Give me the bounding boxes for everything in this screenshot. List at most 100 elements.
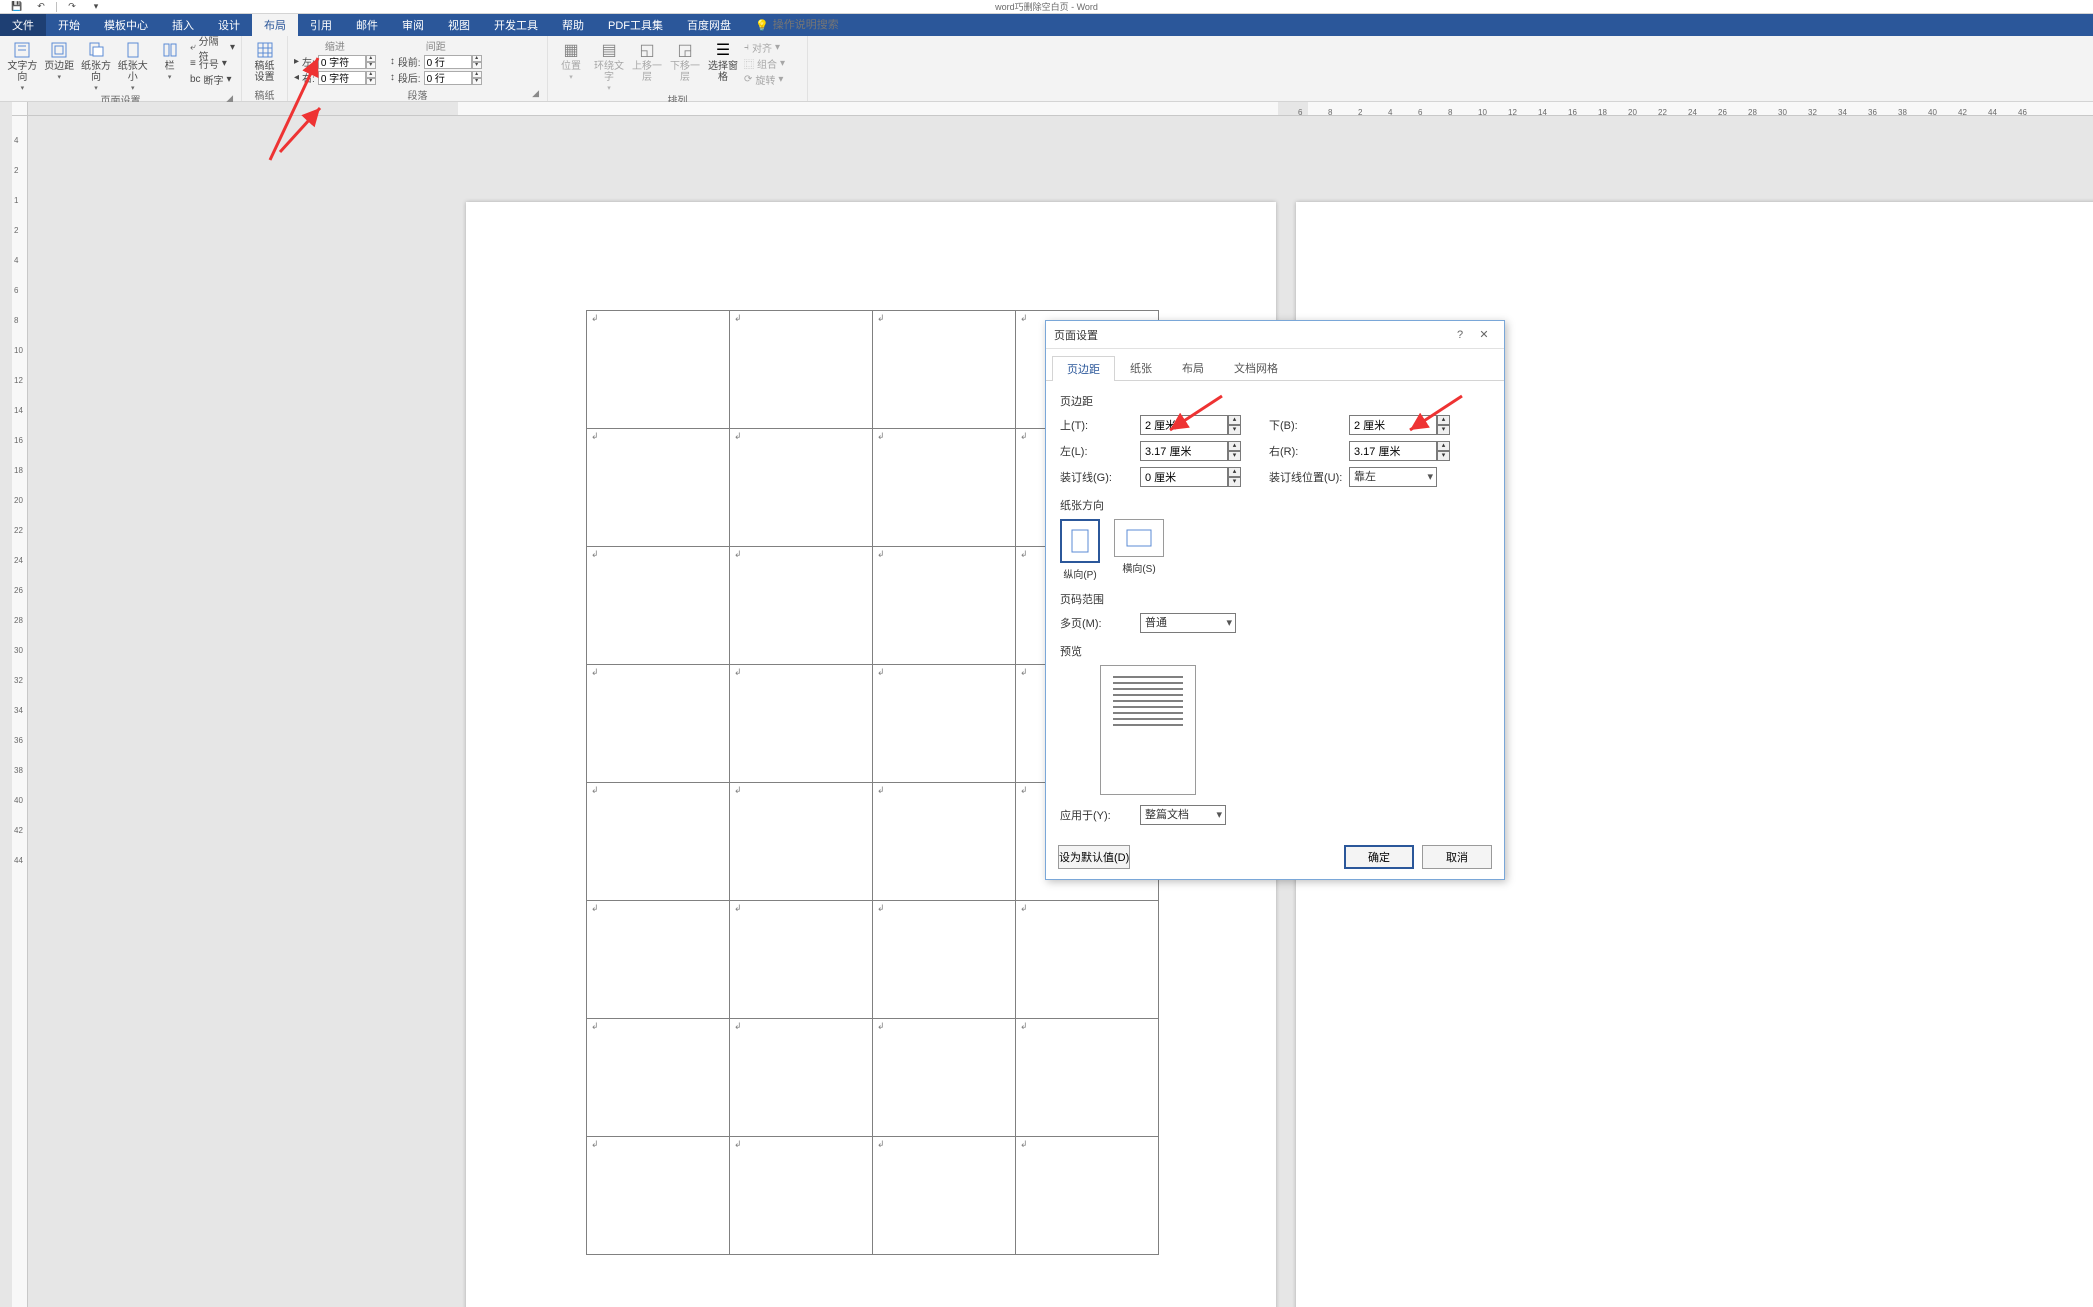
tell-me[interactable]: 💡	[743, 14, 905, 36]
paragraph-group-label: 段落	[408, 91, 428, 102]
tab-layout[interactable]: 布局	[252, 14, 298, 36]
dialog-tab-layout[interactable]: 布局	[1167, 355, 1219, 380]
multi-pages-select[interactable]: 普通	[1140, 613, 1236, 633]
spacing-after-row: ↕ 段后: ▴▾	[390, 70, 482, 85]
margin-bottom-input[interactable]	[1349, 415, 1437, 435]
orientation-button[interactable]: 纸张方向▾	[80, 38, 113, 92]
margin-right-spinner[interactable]: ▴▾	[1437, 441, 1450, 461]
margin-top-spinner[interactable]: ▴▾	[1228, 415, 1241, 435]
table-cell[interactable]: ↲	[587, 311, 730, 429]
dialog-tab-paper[interactable]: 纸张	[1115, 355, 1167, 380]
manuscript-button[interactable]: 稿纸 设置	[248, 38, 281, 83]
apply-to-label: 应用于(Y):	[1060, 807, 1140, 823]
save-button[interactable]: 💾	[6, 1, 28, 13]
table-cell[interactable]: ↲	[873, 665, 1016, 783]
tab-start[interactable]: 开始	[46, 14, 92, 36]
margin-bottom-spinner[interactable]: ▴▾	[1437, 415, 1450, 435]
breaks-button[interactable]: ⤶分隔符 ▾	[190, 40, 235, 55]
spacing-before-input[interactable]	[424, 55, 472, 69]
ok-button[interactable]: 确定	[1344, 845, 1414, 869]
table-cell[interactable]: ↲	[1016, 1019, 1159, 1137]
dialog-help-button[interactable]: ?	[1448, 329, 1472, 341]
table-cell[interactable]: ↲	[1016, 1137, 1159, 1255]
redo-button[interactable]: ↷	[61, 1, 83, 13]
tab-file[interactable]: 文件	[0, 14, 46, 36]
apply-to-select[interactable]: 整篇文档	[1140, 805, 1226, 825]
table-cell[interactable]: ↲	[730, 783, 873, 901]
dialog-tab-grid[interactable]: 文档网格	[1219, 355, 1293, 380]
gutter-spinner[interactable]: ▴▾	[1228, 467, 1241, 487]
table-cell[interactable]: ↲	[730, 665, 873, 783]
indent-left-spinner[interactable]: ▴▾	[366, 55, 376, 69]
tab-baidu[interactable]: 百度网盘	[675, 14, 743, 36]
paragraph-launcher[interactable]: ◢	[532, 88, 539, 99]
tab-developer[interactable]: 开发工具	[482, 14, 550, 36]
indent-right-row: ◂ 右: ▴▾	[294, 70, 376, 85]
table-cell[interactable]: ↲	[587, 901, 730, 1019]
table-cell[interactable]: ↲	[873, 783, 1016, 901]
spacing-after-spinner[interactable]: ▴▾	[472, 71, 482, 85]
selection-pane-button[interactable]: ☰选择窗格	[706, 38, 740, 83]
spacing-after-input[interactable]	[424, 71, 472, 85]
horizontal-ruler[interactable]: 6824681012141618202224262830323436384042…	[28, 102, 2093, 116]
align-label: 对齐	[752, 40, 772, 55]
indent-right-spinner[interactable]: ▴▾	[366, 71, 376, 85]
table-cell[interactable]: ↲	[730, 429, 873, 547]
qat-customize[interactable]: ▾	[85, 1, 107, 13]
dialog-close-button[interactable]: ✕	[1472, 328, 1496, 341]
portrait-option[interactable]: 纵向(P)	[1060, 519, 1100, 581]
table-cell[interactable]: ↲	[587, 1019, 730, 1137]
margins-button[interactable]: 页边距▾	[43, 38, 76, 81]
set-default-button[interactable]: 设为默认值(D)	[1058, 845, 1130, 869]
table-cell[interactable]: ↲	[587, 1137, 730, 1255]
table-cell[interactable]: ↲	[1016, 901, 1159, 1019]
table-cell[interactable]: ↲	[587, 429, 730, 547]
tab-mailings[interactable]: 邮件	[344, 14, 390, 36]
tab-pdf[interactable]: PDF工具集	[596, 14, 675, 36]
table-cell[interactable]: ↲	[730, 311, 873, 429]
pane-label: 选择窗格	[706, 61, 740, 83]
table-cell[interactable]: ↲	[730, 547, 873, 665]
indent-right-input[interactable]	[318, 71, 366, 85]
line-numbers-button[interactable]: ≡行号 ▾	[190, 56, 235, 71]
table-cell[interactable]: ↲	[730, 901, 873, 1019]
table-cell[interactable]: ↲	[587, 783, 730, 901]
cancel-button[interactable]: 取消	[1422, 845, 1492, 869]
table-cell[interactable]: ↲	[730, 1019, 873, 1137]
table-cell[interactable]: ↲	[730, 1137, 873, 1255]
gutter-input[interactable]	[1140, 467, 1228, 487]
tell-me-input[interactable]	[773, 19, 893, 31]
window-title: word巧删除空白页 - Word	[995, 0, 1098, 13]
margin-right-input[interactable]	[1349, 441, 1437, 461]
tab-help[interactable]: 帮助	[550, 14, 596, 36]
tab-view[interactable]: 视图	[436, 14, 482, 36]
margin-left-input[interactable]	[1140, 441, 1228, 461]
landscape-option[interactable]: 横向(S)	[1114, 519, 1164, 581]
dialog-tab-margins[interactable]: 页边距	[1052, 356, 1115, 381]
table-cell[interactable]: ↲	[873, 547, 1016, 665]
indent-left-input[interactable]	[318, 55, 366, 69]
tab-review[interactable]: 审阅	[390, 14, 436, 36]
tab-references[interactable]: 引用	[298, 14, 344, 36]
gutter-pos-select[interactable]: 靠左	[1349, 467, 1437, 487]
table-cell[interactable]: ↲	[873, 429, 1016, 547]
table-cell[interactable]: ↲	[873, 1137, 1016, 1255]
text-direction-button[interactable]: 文字方向▾	[6, 38, 39, 92]
table-cell[interactable]: ↲	[587, 547, 730, 665]
table-cell[interactable]: ↲	[873, 311, 1016, 429]
vertical-ruler[interactable]: 4212468101214161820222426283032343638404…	[12, 116, 28, 1307]
tab-template[interactable]: 模板中心	[92, 14, 160, 36]
table-cell[interactable]: ↲	[587, 665, 730, 783]
dialog-titlebar[interactable]: 页面设置 ? ✕	[1046, 321, 1504, 349]
columns-button[interactable]: 栏▾	[153, 38, 186, 81]
hyphenation-button[interactable]: bc断字 ▾	[190, 72, 235, 87]
table-cell[interactable]: ↲	[873, 901, 1016, 1019]
spacing-after-icon: ↕	[390, 72, 395, 83]
spacing-before-spinner[interactable]: ▴▾	[472, 55, 482, 69]
wrap-button: ▤环绕文 字▾	[592, 38, 626, 92]
size-button[interactable]: 纸张大小▾	[116, 38, 149, 92]
table-cell[interactable]: ↲	[873, 1019, 1016, 1137]
undo-button[interactable]: ↶	[30, 1, 52, 13]
margin-top-input[interactable]	[1140, 415, 1228, 435]
margin-left-spinner[interactable]: ▴▾	[1228, 441, 1241, 461]
